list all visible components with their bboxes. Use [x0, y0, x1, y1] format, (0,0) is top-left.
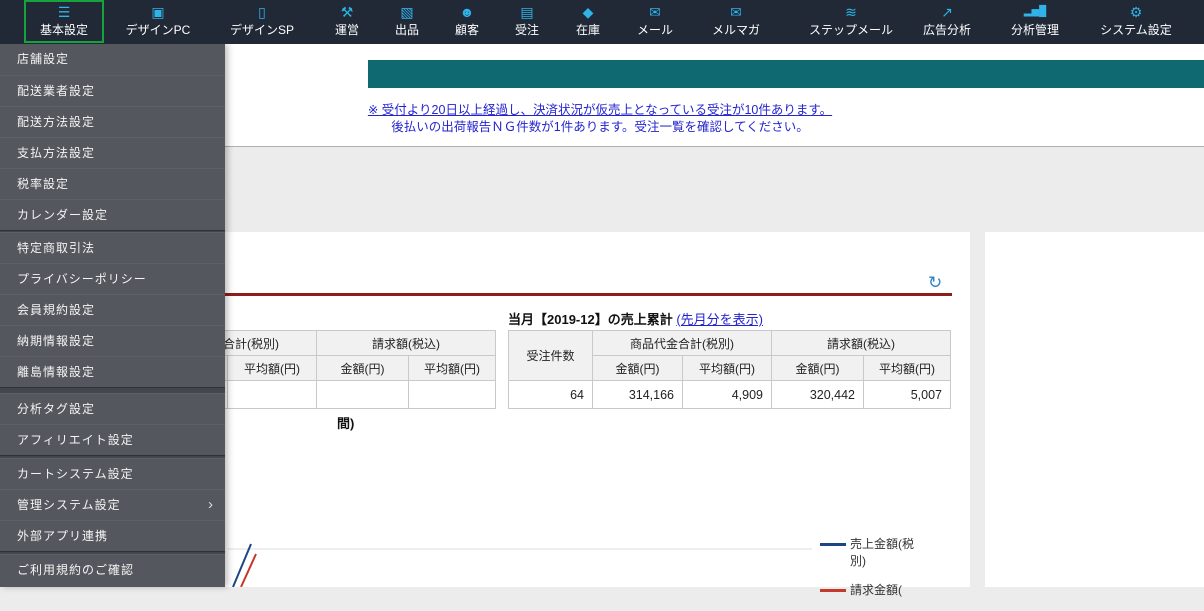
- inventory-icon: ◆: [582, 4, 594, 20]
- menu-item-affiliate-settings[interactable]: アフィリエイト設定: [0, 424, 225, 455]
- nav-item-operations[interactable]: ⚒ 運営: [320, 0, 374, 44]
- system-settings-icon: ⚙: [1129, 4, 1143, 20]
- column-subheader-amount: 金額(円): [592, 355, 683, 381]
- column-header-orders: 受注件数: [508, 330, 593, 381]
- menu-item-cart-system-settings[interactable]: カートシステム設定: [0, 458, 225, 489]
- menu-item-terms-of-use-confirmation[interactable]: ご利用規約のご確認: [0, 554, 225, 585]
- menu-item-tax-rate-settings[interactable]: 税率設定: [0, 168, 225, 199]
- product-average-cell: [227, 380, 317, 409]
- show-last-month-link[interactable]: (先月分を表示): [676, 312, 763, 327]
- nav-item-analytics-management[interactable]: ▂▅█ 分析管理: [996, 0, 1074, 44]
- product-amount-cell: 314,166: [592, 380, 683, 409]
- column-subheader-average: 平均額(円): [227, 355, 317, 381]
- menu-item-store-settings[interactable]: 店舗設定: [0, 44, 225, 75]
- chevron-right-icon: ›: [208, 496, 213, 513]
- sliders-icon: ☰: [57, 4, 71, 20]
- menu-item-external-app-integration[interactable]: 外部アプリ連携: [0, 520, 225, 551]
- column-subheader-average: 平均額(円): [863, 355, 951, 381]
- legend-item-billing: 請求金額(: [820, 582, 914, 599]
- column-header-billed: 請求額(税込): [771, 330, 951, 356]
- menu-item-privacy-policy[interactable]: プライバシーポリシー: [0, 263, 225, 294]
- column-subheader-amount: 金額(円): [316, 355, 409, 381]
- shipping-report-notice[interactable]: 後払いの出荷報告ＮＧ件数が1件あります。受注一覧を確認してください。: [225, 116, 975, 135]
- menu-item-remote-island-settings[interactable]: 離島情報設定: [0, 356, 225, 387]
- nav-item-design-sp[interactable]: ▯ デザインSP: [217, 0, 307, 44]
- top-navigation-bar: ☰ 基本設定 ▣ デザインPC ▯ デザインSP ⚒ 運営 ▧ 出品 ☻ 顧客 …: [0, 0, 1204, 44]
- revenue-line-swatch: [820, 543, 846, 546]
- orders-icon: ▤: [520, 4, 534, 20]
- billed-average-cell: [408, 380, 496, 409]
- menu-item-payment-method-settings[interactable]: 支払方法設定: [0, 137, 225, 168]
- menu-item-shipping-method-settings[interactable]: 配送方法設定: [0, 106, 225, 137]
- side-panel: [985, 232, 1204, 587]
- current-month-sales-table: 受注件数 商品代金合計(税別) 請求額(税込) 金額(円) 平均額(円) 金額(…: [508, 330, 951, 409]
- column-subheader-amount: 金額(円): [771, 355, 864, 381]
- billed-average-cell: 5,007: [863, 380, 951, 409]
- sales-trend-chart: [228, 543, 812, 587]
- nav-item-inventory[interactable]: ◆ 在庫: [561, 0, 615, 44]
- legend-item-revenue: 売上金額(税別): [820, 536, 914, 570]
- nav-item-mail[interactable]: ✉ メール: [622, 0, 688, 44]
- billing-line: [240, 553, 257, 587]
- nav-item-newsletter[interactable]: ✉ メルマガ: [697, 0, 775, 44]
- ad-analysis-icon: ↗: [941, 4, 953, 20]
- billing-line-swatch: [820, 589, 846, 592]
- nav-item-step-mail[interactable]: ≋ ステップメール: [799, 0, 903, 44]
- column-header-billed: 請求額(税込): [316, 330, 496, 356]
- product-average-cell: 4,909: [682, 380, 772, 409]
- nav-item-customers[interactable]: ☻ 顧客: [440, 0, 494, 44]
- sales-title-text: 当月【2019-12】の売上累計: [508, 312, 673, 327]
- basic-settings-dropdown-menu: 店舗設定 配送業者設定 配送方法設定 支払方法設定 税率設定 カレンダー設定 特…: [0, 44, 225, 587]
- revenue-line: [232, 543, 252, 587]
- newsletter-icon: ✉: [730, 4, 742, 20]
- listing-icon: ▧: [400, 4, 414, 20]
- analytics-icon: ▂▅█: [1023, 6, 1047, 17]
- legend-label: 請求金額(: [850, 583, 902, 597]
- step-mail-icon: ≋: [845, 4, 857, 20]
- menu-item-analytics-tag-settings[interactable]: 分析タグ設定: [0, 393, 225, 424]
- nav-item-design-pc[interactable]: ▣ デザインPC: [113, 0, 203, 44]
- monitor-icon: ▣: [151, 4, 165, 20]
- sales-trend-title-fragment: 間): [337, 416, 355, 431]
- legend-label: 売上金額(税別): [850, 537, 914, 568]
- menu-item-delivery-info-settings[interactable]: 納期情報設定: [0, 325, 225, 356]
- orders-count-cell: 64: [508, 380, 593, 409]
- column-subheader-average: 平均額(円): [408, 355, 496, 381]
- operations-icon: ⚒: [340, 4, 354, 20]
- menu-item-shipping-carrier-settings[interactable]: 配送業者設定: [0, 75, 225, 106]
- nav-item-listing[interactable]: ▧ 出品: [380, 0, 434, 44]
- nav-item-basic-settings[interactable]: ☰ 基本設定: [24, 0, 104, 44]
- customer-icon: ☻: [459, 4, 475, 20]
- menu-item-admin-system-settings[interactable]: 管理システム設定 ›: [0, 489, 225, 520]
- nav-item-ad-analysis[interactable]: ↗ 広告分析: [908, 0, 986, 44]
- smartphone-icon: ▯: [258, 4, 266, 20]
- column-header-product-total: 商品代金合計(税別): [592, 330, 772, 356]
- menu-item-calendar-settings[interactable]: カレンダー設定: [0, 199, 225, 230]
- store-info-banner: [368, 60, 1204, 88]
- chart-legend: 売上金額(税別) 請求金額(: [820, 536, 914, 611]
- menu-item-membership-terms-settings[interactable]: 会員規約設定: [0, 294, 225, 325]
- nav-item-system-settings[interactable]: ⚙ システム設定: [1091, 0, 1181, 44]
- nav-item-orders[interactable]: ▤ 受注: [500, 0, 554, 44]
- refresh-icon[interactable]: ↻: [928, 273, 942, 293]
- table-data-row: 64 314,166 4,909 320,442 5,007: [508, 380, 951, 409]
- current-month-sales-title: 当月【2019-12】の売上累計 (先月分を表示): [508, 309, 763, 328]
- table-header-row: 受注件数 商品代金合計(税別) 請求額(税込): [508, 330, 951, 381]
- billed-amount-cell: 320,442: [771, 380, 864, 409]
- menu-item-commercial-transactions-act[interactable]: 特定商取引法: [0, 232, 225, 263]
- billed-amount-cell: [316, 380, 409, 409]
- menu-item-label: 管理システム設定: [17, 498, 121, 512]
- mail-icon: ✉: [649, 4, 661, 20]
- column-subheader-average: 平均額(円): [682, 355, 772, 381]
